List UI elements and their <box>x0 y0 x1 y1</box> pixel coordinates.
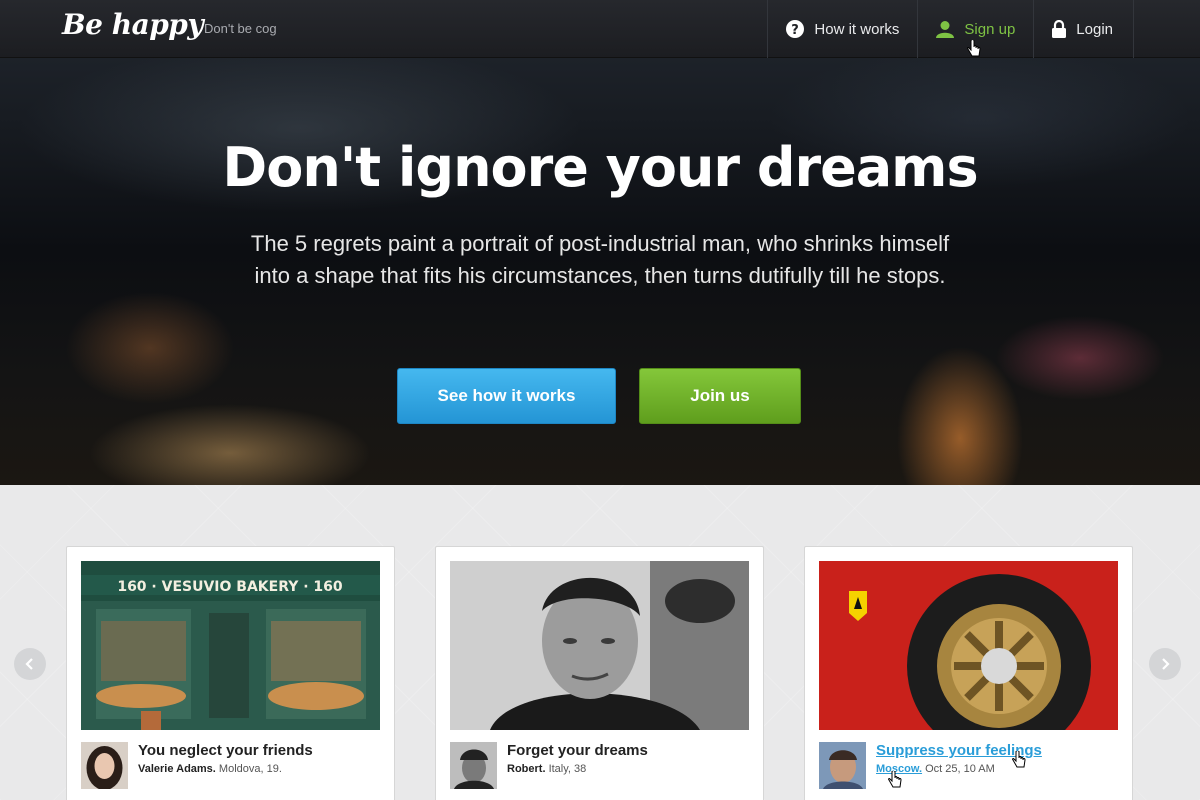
join-us-button[interactable]: Join us <box>639 368 801 424</box>
bakery-storefront-photo[interactable]: 160 · VESUVIO BAKERY · 160 <box>81 561 380 730</box>
nav-how-it-works[interactable]: ? How it works <box>767 0 917 58</box>
portrait-photo[interactable] <box>450 561 749 730</box>
carousel-prev-button[interactable] <box>14 648 46 680</box>
user-icon <box>936 20 955 38</box>
chevron-left-icon <box>25 658 33 670</box>
story-card[interactable]: Suppress your feelings Moscow. Oct 25, 1… <box>804 546 1133 800</box>
card-title[interactable]: You neglect your friends <box>138 742 313 759</box>
logo[interactable]: Be happy <box>62 8 204 41</box>
avatar[interactable] <box>450 742 497 789</box>
hand-cursor-icon <box>1012 751 1026 768</box>
card-details: Italy, 38 <box>548 763 587 775</box>
hero-text: The 5 regrets paint a portrait of post-i… <box>250 231 950 288</box>
card-meta: Robert. Italy, 38 <box>507 763 586 775</box>
nav-label: Login <box>1076 20 1113 38</box>
card-details: Oct 25, 10 AM <box>925 763 995 775</box>
card-author: Robert. <box>507 763 546 775</box>
hero-title: Don't ignore your dreams <box>222 136 978 199</box>
story-card[interactable]: 160 · VESUVIO BAKERY · 160 You neglect y… <box>66 546 395 800</box>
svg-text:?: ? <box>792 23 800 38</box>
bakery-sign: 160 · VESUVIO BAKERY · 160 <box>117 579 343 595</box>
story-card[interactable]: Forget your dreams Robert. Italy, 38 <box>435 546 764 800</box>
nav-menu: ? How it works Sign up Login <box>767 0 1134 58</box>
avatar[interactable] <box>819 742 866 789</box>
card-author: Valerie Adams. <box>138 763 216 775</box>
nav-label: How it works <box>814 20 900 38</box>
carousel-next-button[interactable] <box>1149 648 1181 680</box>
see-how-it-works-button[interactable]: See how it works <box>397 368 616 424</box>
top-navbar: Be happy Don't be cog ? How it works Sig… <box>0 0 1200 58</box>
tagline: Don't be cog <box>204 21 277 36</box>
question-circle-icon: ? <box>786 20 805 38</box>
card-title[interactable]: Forget your dreams <box>507 742 648 759</box>
avatar[interactable] <box>81 742 128 789</box>
lock-icon <box>1052 20 1067 38</box>
card-meta: Valerie Adams. Moldova, 19. <box>138 763 282 775</box>
card-details: Moldova, 19. <box>218 763 282 775</box>
hero-section: Don't ignore your dreams The 5 regrets p… <box>0 58 1200 485</box>
chevron-right-icon <box>1162 658 1170 670</box>
hand-cursor-icon <box>888 771 902 788</box>
ferrari-wheel-photo[interactable] <box>819 561 1118 730</box>
nav-login[interactable]: Login <box>1033 0 1134 58</box>
hand-cursor-icon <box>967 40 981 57</box>
nav-label: Sign up <box>964 20 1016 38</box>
